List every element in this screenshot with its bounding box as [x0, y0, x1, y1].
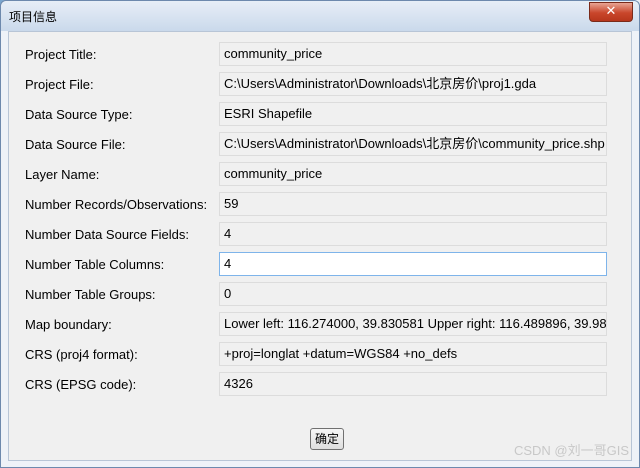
field-label: Number Table Groups: [25, 287, 156, 302]
field-value-data-source-type[interactable]: ESRI Shapefile [219, 102, 607, 126]
field-label: Map boundary: [25, 317, 112, 332]
field-row-number-records: Number Records/Observations: 59 [9, 190, 631, 220]
field-row-table-groups: Number Table Groups: 0 [9, 280, 631, 310]
field-row-project-file: Project File: C:\Users\Administrator\Dow… [9, 70, 631, 100]
field-label: Data Source Type: [25, 107, 133, 122]
field-value-layer-name[interactable]: community_price [219, 162, 607, 186]
field-label: Number Records/Observations: [25, 197, 208, 212]
field-row-data-source-file: Data Source File: C:\Users\Administrator… [9, 130, 631, 160]
field-value-project-file[interactable]: C:\Users\Administrator\Downloads\北京房价\pr… [219, 72, 607, 96]
title-bar[interactable]: 项目信息 ✕ [1, 1, 639, 31]
ok-button[interactable]: 确定 [310, 428, 344, 450]
field-value-number-records[interactable]: 59 [219, 192, 607, 216]
field-label: Project Title: [25, 47, 97, 62]
field-value-data-source-file[interactable]: C:\Users\Administrator\Downloads\北京房价\co… [219, 132, 607, 156]
field-row-crs-epsg: CRS (EPSG code): 4326 [9, 370, 631, 400]
dialog-content: Project Title: community_price Project F… [8, 31, 632, 461]
field-row-data-source-type: Data Source Type: ESRI Shapefile [9, 100, 631, 130]
field-row-crs-proj4: CRS (proj4 format): +proj=longlat +datum… [9, 340, 631, 370]
field-label: Project File: [25, 77, 94, 92]
field-value-table-groups[interactable]: 0 [219, 282, 607, 306]
field-label: CRS (EPSG code): [25, 377, 137, 392]
watermark: CSDN @刘一哥GIS [513, 443, 629, 458]
close-icon: ✕ [605, 4, 617, 19]
field-label: Layer Name: [25, 167, 100, 182]
field-value-crs-epsg[interactable]: 4326 [219, 372, 607, 396]
project-info-dialog: 项目信息 ✕ Project Title: community_price Pr… [0, 0, 640, 468]
field-row-project-title: Project Title: community_price [9, 40, 631, 70]
field-label: Number Table Columns: [25, 257, 165, 272]
field-value-crs-proj4[interactable]: +proj=longlat +datum=WGS84 +no_defs [219, 342, 607, 366]
field-label: Data Source File: [25, 137, 126, 152]
field-label: CRS (proj4 format): [25, 347, 138, 362]
field-row-table-columns: Number Table Columns: 4 [9, 250, 631, 280]
field-value-map-boundary[interactable]: Lower left: 116.274000, 39.830581 Upper … [219, 312, 607, 336]
field-label: Number Data Source Fields: [25, 227, 190, 242]
window-title: 项目信息 [9, 10, 58, 24]
field-row-map-boundary: Map boundary: Lower left: 116.274000, 39… [9, 310, 631, 340]
field-row-layer-name: Layer Name: community_price [9, 160, 631, 190]
field-value-project-title[interactable]: community_price [219, 42, 607, 66]
field-value-data-source-fields[interactable]: 4 [219, 222, 607, 246]
field-row-data-source-fields: Number Data Source Fields: 4 [9, 220, 631, 250]
close-button[interactable]: ✕ [589, 2, 633, 22]
field-value-table-columns[interactable]: 4 [219, 252, 607, 276]
